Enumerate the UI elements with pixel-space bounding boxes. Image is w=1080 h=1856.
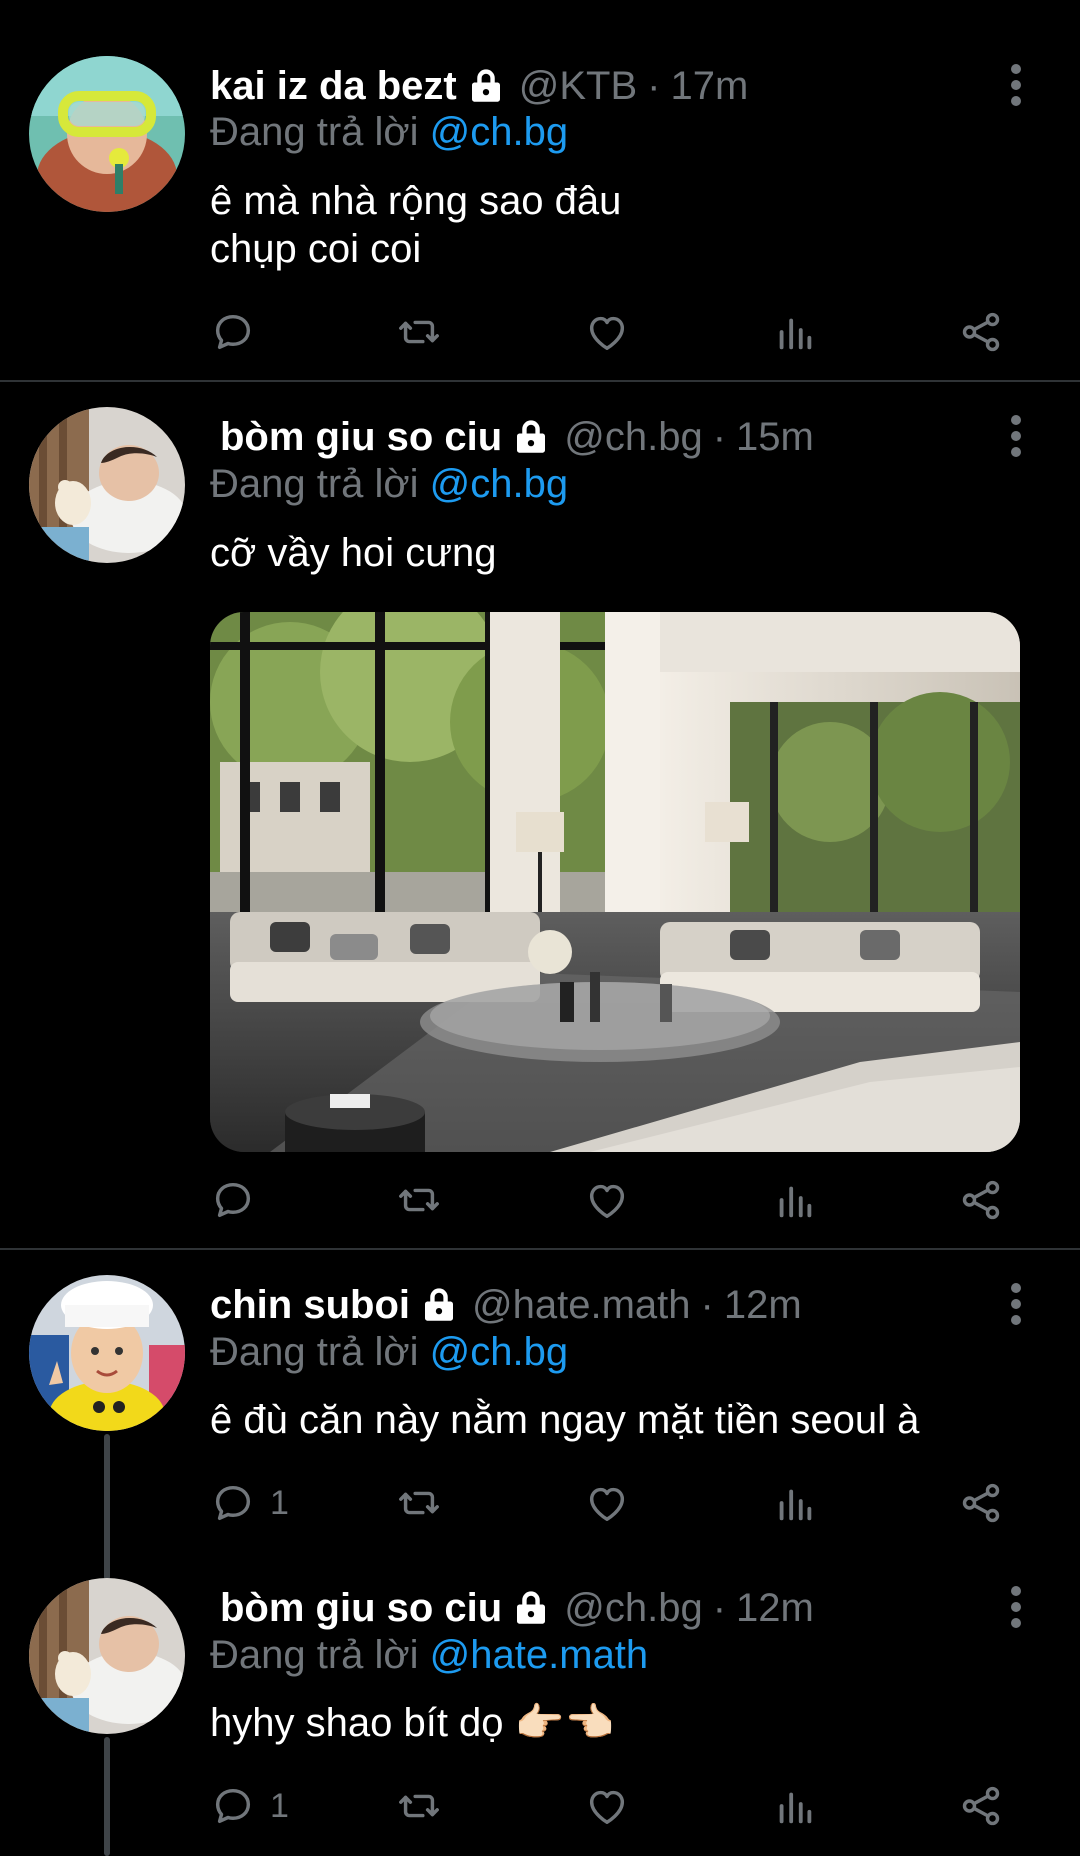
- views-icon: [779, 1792, 812, 1824]
- reply-count: 1: [270, 1786, 289, 1825]
- lock-icon: [510, 1587, 552, 1629]
- user-handle[interactable]: @ch.bg: [564, 1586, 702, 1631]
- replying-to-mention[interactable]: @hate.math: [430, 1633, 649, 1677]
- replying-to-line: Đang trả lời @hate.math: [210, 1633, 648, 1678]
- avatar[interactable]: [29, 1578, 185, 1734]
- display-name[interactable]: bòm giu so ciu: [220, 1586, 502, 1631]
- like-button[interactable]: [584, 1776, 630, 1836]
- timestamp[interactable]: 12m: [736, 1586, 814, 1631]
- more-vertical-icon: [1011, 1586, 1021, 1628]
- reply-thread-feed: kai iz da bezt @KTB · 17m Đang trả lời @…: [0, 0, 1080, 1856]
- reply-icon: [215, 1788, 251, 1824]
- post-bom-reply[interactable]: bòm giu so ciu @ch.bg · 12m Đang trả lời…: [0, 0, 1080, 1856]
- post-text: hyhy shao bít dọ 👉🏻👈🏻: [210, 1701, 615, 1745]
- action-bar: 1: [210, 1776, 1020, 1836]
- more-options-button[interactable]: [996, 1582, 1036, 1632]
- avatar-sleeping-baby-image: [29, 1578, 185, 1734]
- post-header: bòm giu so ciu @ch.bg · 12m: [210, 1578, 960, 1638]
- share-icon: [962, 1786, 1000, 1826]
- share-button[interactable]: [958, 1776, 1004, 1836]
- repost-button[interactable]: [396, 1776, 442, 1836]
- reply-button[interactable]: 1: [210, 1776, 289, 1836]
- separator-dot: ·: [712, 1585, 727, 1630]
- heart-icon: [589, 1790, 625, 1825]
- views-button[interactable]: [772, 1776, 818, 1836]
- replying-to-label: Đang trả lời: [210, 1633, 419, 1677]
- repost-icon: [399, 1794, 439, 1818]
